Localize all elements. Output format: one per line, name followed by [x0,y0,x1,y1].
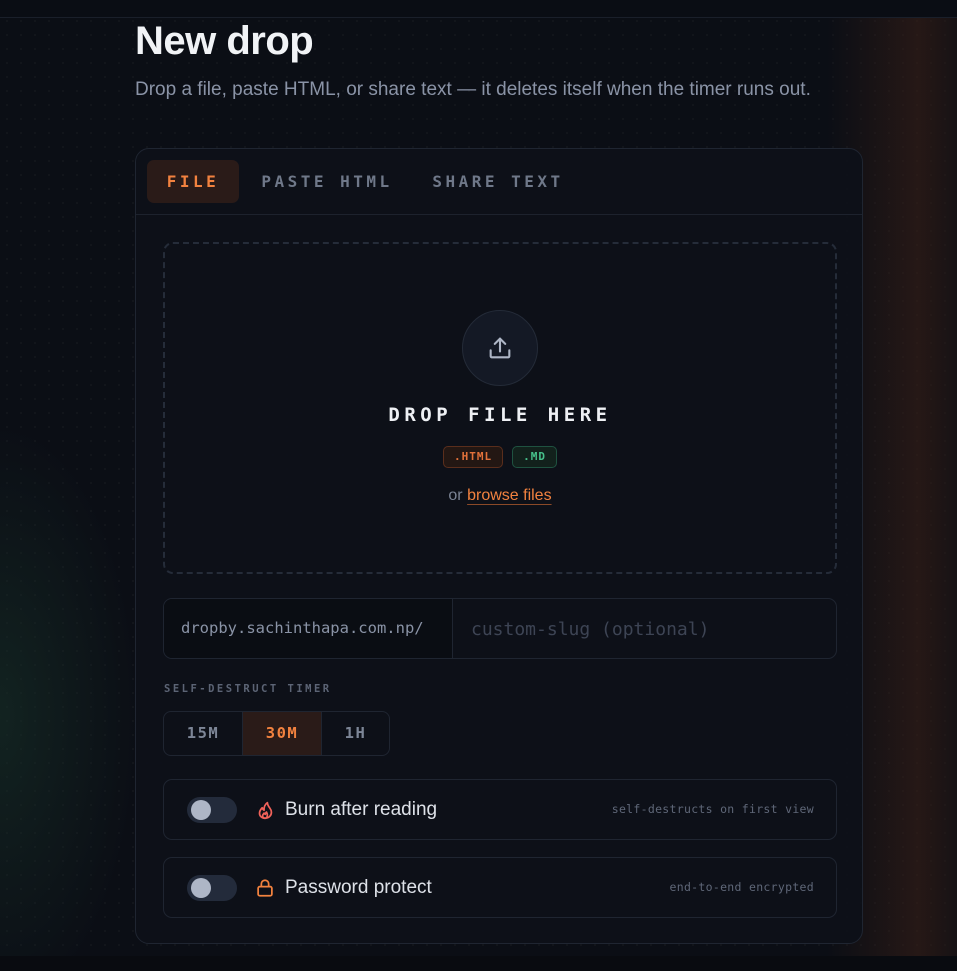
timer-option-1h[interactable]: 1H [322,712,389,755]
slug-prefix: dropby.sachinthapa.com.np/ [164,599,453,658]
browse-line: or browse files [165,487,835,505]
lock-icon [257,879,273,897]
burn-after-reading-toggle[interactable] [187,797,237,823]
tab-file[interactable]: FILE [147,160,239,203]
custom-slug-input[interactable] [453,599,836,658]
timer-selector: 15M 30M 1H [163,711,390,756]
bottom-bar [0,956,957,971]
password-protect-hint: end-to-end encrypted [669,880,814,894]
upload-button[interactable] [462,310,538,386]
password-protect-label: Password protect [285,877,432,898]
badge-md: .MD [512,446,557,468]
file-dropzone[interactable]: DROP FILE HERE .HTML .MD or browse files [163,242,837,574]
flame-icon [258,801,273,820]
burn-after-reading-label: Burn after reading [285,799,438,820]
tab-share-text[interactable]: SHARE TEXT [428,160,568,203]
background-glow-left [0,420,140,960]
burn-after-reading-row: Burn after reading self-destructs on fir… [163,779,837,840]
badge-html: .HTML [443,446,504,468]
timer-label: SELF-DESTRUCT TIMER [164,683,332,695]
toggle-knob [191,800,211,820]
upload-icon [489,337,511,359]
password-protect-row: Password protect end-to-end encrypted [163,857,837,918]
tab-paste-html[interactable]: PASTE HTML [257,160,397,203]
new-drop-card: FILE PASTE HTML SHARE TEXT DROP FILE HER… [135,148,863,944]
page-title: New drop [135,19,314,63]
browse-files-link[interactable]: browse files [467,487,551,504]
dropzone-heading: DROP FILE HERE [388,404,612,426]
burn-after-reading-hint: self-destructs on first view [611,802,814,816]
timer-option-15m[interactable]: 15M [164,712,243,755]
slug-row: dropby.sachinthapa.com.np/ [163,598,837,659]
toggle-knob [191,878,211,898]
browse-prefix: or [448,487,463,504]
file-type-badges: .HTML .MD [165,446,835,468]
timer-option-30m[interactable]: 30M [243,712,322,755]
page-subtitle: Drop a file, paste HTML, or share text —… [135,79,811,100]
top-bar [0,0,957,18]
tab-bar: FILE PASTE HTML SHARE TEXT [136,149,862,215]
password-protect-toggle[interactable] [187,875,237,901]
